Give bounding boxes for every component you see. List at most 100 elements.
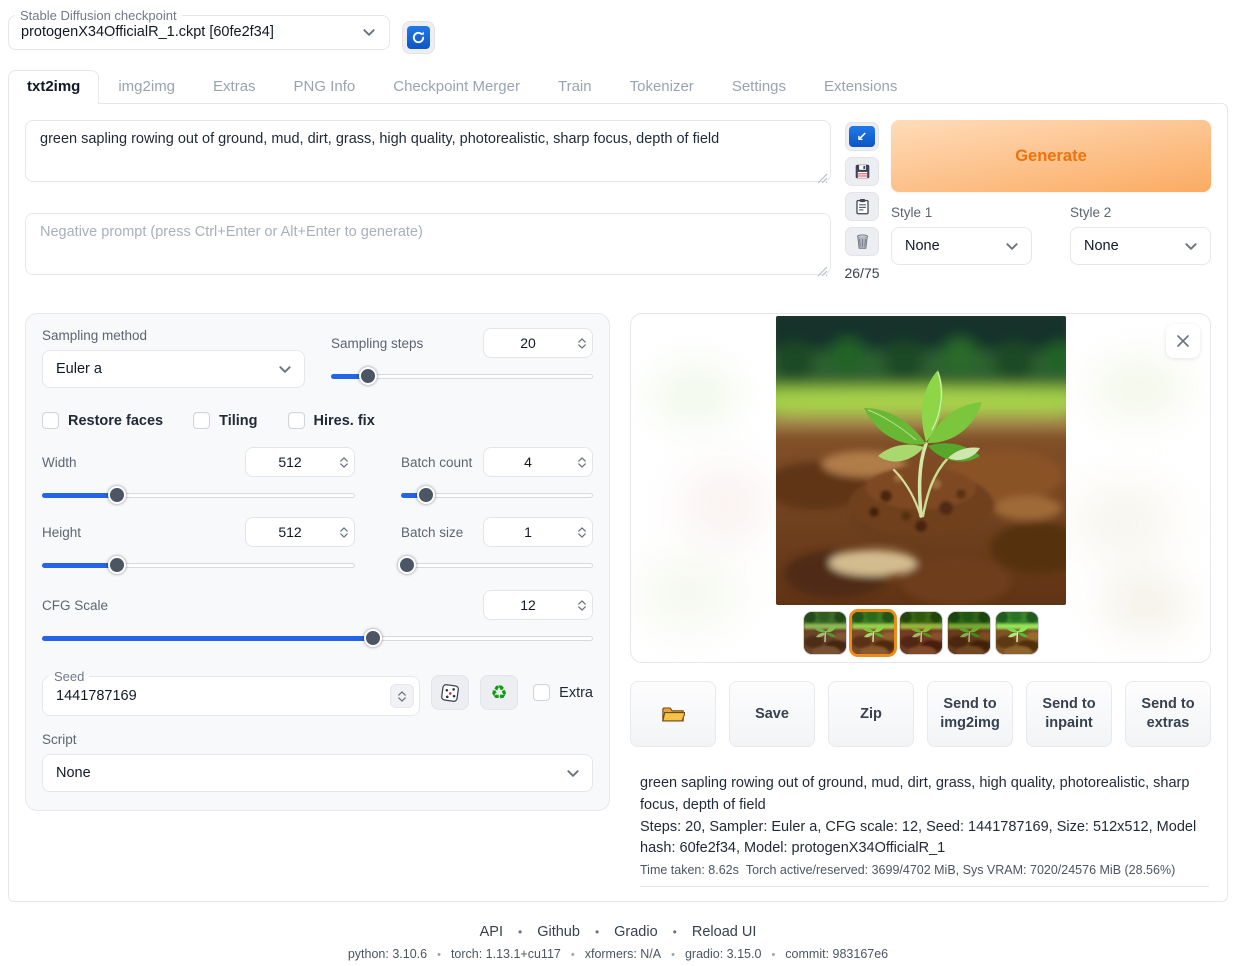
send-to-inpaint-button[interactable]: Send to inpaint	[1026, 681, 1112, 747]
footer-links: APIGithubGradioReload UI	[8, 924, 1228, 940]
style1-dropdown[interactable]: None	[891, 227, 1032, 265]
close-gallery-button[interactable]	[1166, 324, 1200, 358]
thumbnail-4[interactable]	[947, 611, 991, 655]
tab-extras[interactable]: Extras	[194, 70, 275, 103]
style2-label: Style 2	[1070, 205, 1211, 220]
github-link[interactable]: Github	[503, 924, 580, 940]
restore-faces-checkbox[interactable]: Restore faces	[42, 412, 163, 429]
generate-column: Generate Style 1 None Style 2 None	[891, 120, 1211, 265]
refresh-checkpoints-button[interactable]	[402, 21, 435, 54]
tab-extensions[interactable]: Extensions	[805, 70, 916, 103]
height-field: Height 512	[42, 517, 355, 574]
checkpoint-value: protogenX34OfficialR_1.ckpt [60fe2f34]	[21, 24, 274, 40]
footer-versions: python: 3.10.6torch: 1.13.1+cu117xformer…	[8, 947, 1228, 961]
width-input[interactable]: 512	[245, 447, 355, 477]
send-to-extras-button[interactable]: Send to extras	[1125, 681, 1211, 747]
stepper-icon[interactable]	[572, 448, 592, 476]
seed-value[interactable]: 1441787169	[56, 688, 137, 704]
random-seed-button[interactable]	[431, 675, 469, 710]
gradio-link[interactable]: Gradio	[580, 924, 658, 940]
save-button[interactable]: Save	[729, 681, 815, 747]
tab-tokenizer[interactable]: Tokenizer	[611, 70, 713, 103]
generation-settings-panel: Sampling method Euler a Sampling steps 2…	[25, 313, 610, 811]
chevron-down-icon	[363, 29, 375, 36]
txt2img-panel: green sapling rowing out of ground, mud,…	[8, 103, 1228, 902]
output-params-text: Steps: 20, Sampler: Euler a, CFG scale: …	[640, 817, 1209, 861]
thumbnail-3[interactable]	[899, 611, 943, 655]
cfg-scale-slider[interactable]	[42, 629, 593, 647]
stepper-icon[interactable]	[572, 518, 592, 546]
api-link[interactable]: API	[480, 924, 503, 940]
tab-txt2img[interactable]: txt2img	[8, 70, 99, 104]
dice-icon	[440, 683, 460, 703]
checkpoint-dropdown[interactable]: Stable Diffusion checkpoint protogenX34O…	[8, 8, 390, 50]
thumbnail-5[interactable]	[995, 611, 1039, 655]
tiling-checkbox[interactable]: Tiling	[193, 412, 257, 429]
thumbnail-1[interactable]	[803, 611, 847, 655]
checkbox-icon	[42, 412, 59, 429]
output-perf-text: Time taken: 8.62s Torch active/reserved:…	[640, 863, 1209, 887]
height-input[interactable]: 512	[245, 517, 355, 547]
sampling-steps-input[interactable]: 20	[483, 328, 593, 358]
tab-settings[interactable]: Settings	[713, 70, 805, 103]
batch-count-field: Batch count 4	[401, 447, 593, 504]
width-field: Width 512	[42, 447, 355, 504]
negative-prompt-input[interactable]	[25, 213, 831, 275]
gallery-thumbnails	[631, 611, 1210, 655]
arrow-down-left-icon: ↙	[849, 126, 875, 147]
tab-checkpoint-merger[interactable]: Checkpoint Merger	[374, 70, 539, 103]
script-field: Script None	[42, 732, 593, 792]
sampling-method-dropdown[interactable]: Euler a	[42, 350, 305, 388]
send-to-img2img-button[interactable]: Send to img2img	[927, 681, 1013, 747]
checkbox-icon	[288, 412, 305, 429]
tab-img2img[interactable]: img2img	[99, 70, 194, 103]
results-panel: Save Zip Send to img2img Send to inpaint…	[630, 313, 1211, 887]
sampling-method-label: Sampling method	[42, 328, 305, 343]
height-slider[interactable]	[42, 556, 355, 574]
seed-label: Seed	[49, 669, 89, 684]
save-style-button[interactable]	[845, 157, 879, 186]
seed-extra-checkbox[interactable]: Extra	[533, 684, 593, 701]
width-slider[interactable]	[42, 486, 355, 504]
checkbox-icon	[533, 684, 550, 701]
style2-dropdown[interactable]: None	[1070, 227, 1211, 265]
batch-count-input[interactable]: 4	[483, 447, 593, 477]
clipboard-icon	[854, 198, 871, 215]
reuse-seed-button[interactable]: ♻	[480, 675, 518, 710]
floppy-disk-icon	[854, 163, 871, 180]
sampling-steps-slider[interactable]	[331, 367, 593, 385]
clear-prompt-button[interactable]	[845, 227, 879, 256]
generate-button[interactable]: Generate	[891, 120, 1211, 192]
sampling-steps-label: Sampling steps	[331, 336, 423, 351]
thumbnail-2-selected[interactable]	[849, 609, 897, 657]
checkpoint-label: Stable Diffusion checkpoint	[15, 8, 182, 23]
output-prompt-text: green sapling rowing out of ground, mud,…	[640, 773, 1209, 817]
stepper-icon[interactable]	[334, 518, 354, 546]
tab-png-info[interactable]: PNG Info	[275, 70, 375, 103]
tab-train[interactable]: Train	[539, 70, 611, 103]
stepper-icon[interactable]	[334, 448, 354, 476]
stepper-icon[interactable]	[390, 684, 414, 708]
zip-button[interactable]: Zip	[828, 681, 914, 747]
batch-size-slider[interactable]	[401, 556, 593, 574]
reload-ui-link[interactable]: Reload UI	[658, 924, 757, 940]
prompt-input[interactable]: green sapling rowing out of ground, mud,…	[25, 120, 831, 182]
script-dropdown[interactable]: None	[42, 754, 593, 792]
footer: APIGithubGradioReload UI python: 3.10.6t…	[8, 924, 1228, 961]
stepper-icon[interactable]	[572, 329, 592, 357]
apply-style-button[interactable]	[845, 192, 879, 221]
hires-fix-checkbox[interactable]: Hires. fix	[288, 412, 375, 429]
open-folder-button[interactable]	[630, 681, 716, 747]
main-tabbar: txt2img img2img Extras PNG Info Checkpoi…	[8, 70, 1228, 103]
folder-icon	[661, 704, 685, 724]
stepper-icon[interactable]	[572, 591, 592, 619]
cfg-scale-field: CFG Scale 12	[42, 590, 593, 647]
output-gallery	[630, 313, 1211, 663]
style1-label: Style 1	[891, 205, 1032, 220]
batch-size-input[interactable]: 1	[483, 517, 593, 547]
generated-image[interactable]	[631, 314, 1210, 605]
cfg-scale-input[interactable]: 12	[483, 590, 593, 620]
batch-count-slider[interactable]	[401, 486, 593, 504]
seed-field[interactable]: Seed 1441787169	[42, 669, 420, 716]
paste-generation-params-button[interactable]: ↙	[845, 122, 879, 151]
